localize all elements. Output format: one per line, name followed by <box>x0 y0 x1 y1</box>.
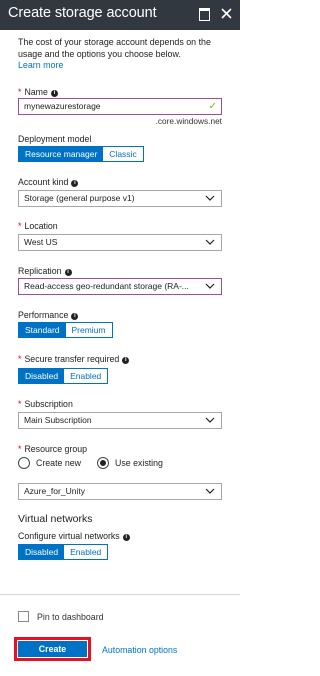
pin-checkbox[interactable] <box>18 611 29 622</box>
title-bar: Create storage account <box>0 0 240 30</box>
account-kind-select[interactable]: Storage (general purpose v1) <box>18 190 222 207</box>
create-button[interactable]: Create <box>18 641 87 657</box>
radio-create-new[interactable] <box>18 457 30 469</box>
virtual-networks-heading: Virtual networks <box>18 513 93 525</box>
performance-label: Performance i <box>18 310 79 320</box>
window-title: Create storage account <box>8 5 157 21</box>
pin-label: Pin to dashboard <box>37 611 104 622</box>
create-button-highlight: Create <box>14 637 91 661</box>
info-icon[interactable]: i <box>122 534 130 541</box>
chevron-down-icon <box>205 195 215 201</box>
close-icon[interactable] <box>221 8 232 19</box>
info-icon[interactable]: i <box>64 269 72 276</box>
secure-transfer-label: * Secure transfer required i <box>18 354 130 364</box>
performance-option-premium[interactable]: Premium <box>65 323 112 337</box>
replication-label: Replication i <box>18 266 72 276</box>
deployment-option-classic[interactable]: Classic <box>103 147 143 161</box>
performance-toggle: Standard Premium <box>18 322 113 338</box>
vnet-option-enabled[interactable]: Enabled <box>64 545 108 559</box>
form-panel: The cost of your storage account depends… <box>0 30 240 676</box>
footer-divider <box>0 594 240 595</box>
resource-group-select[interactable]: Azure_for_Unity <box>18 483 222 500</box>
account-kind-label: Account kind i <box>18 177 79 187</box>
replication-select[interactable]: Read-access geo-redundant storage (RA-..… <box>18 278 222 295</box>
subscription-select[interactable]: Main Subscription <box>18 412 222 429</box>
learn-more-link[interactable]: Learn more <box>18 60 228 72</box>
location-select[interactable]: West US <box>18 234 222 251</box>
intro-description: The cost of your storage account depends… <box>18 37 211 59</box>
subscription-label: * Subscription <box>18 399 73 409</box>
info-icon[interactable]: i <box>122 357 130 364</box>
chevron-down-icon <box>205 488 215 494</box>
performance-option-standard[interactable]: Standard <box>19 323 66 337</box>
location-label: * Location <box>18 221 58 231</box>
name-suffix: .core.windows.net <box>155 116 222 126</box>
deployment-model-label: Deployment model <box>18 134 92 144</box>
deployment-option-resource-manager[interactable]: Resource manager <box>19 147 104 161</box>
radio-use-existing-label[interactable]: Use existing <box>115 458 163 468</box>
secure-transfer-option-enabled[interactable]: Enabled <box>64 369 108 383</box>
pin-to-dashboard[interactable]: Pin to dashboard <box>18 611 104 622</box>
radio-use-existing[interactable] <box>97 457 109 469</box>
chevron-down-icon <box>205 239 215 245</box>
maximize-icon[interactable] <box>199 8 210 21</box>
automation-options-link[interactable]: Automation options <box>102 645 177 655</box>
info-icon[interactable]: i <box>71 313 79 320</box>
virtual-networks-label: Configure virtual networks i <box>18 531 130 541</box>
info-icon[interactable]: i <box>71 180 79 187</box>
chevron-down-icon <box>205 283 215 289</box>
secure-transfer-option-disabled[interactable]: Disabled <box>19 369 65 383</box>
resource-group-label: * Resource group <box>18 444 88 454</box>
name-label: * Name i <box>18 87 58 97</box>
intro-text: The cost of your storage account depends… <box>18 37 228 72</box>
deployment-model-toggle: Resource manager Classic <box>18 146 144 162</box>
virtual-networks-toggle: Disabled Enabled <box>18 544 109 560</box>
radio-create-new-label[interactable]: Create new <box>36 458 81 468</box>
valid-check-icon: ✓ <box>208 101 217 112</box>
name-input[interactable]: mynewazurestorage ✓ <box>18 98 222 115</box>
info-icon[interactable]: i <box>50 90 58 97</box>
vnet-option-disabled[interactable]: Disabled <box>19 545 65 559</box>
secure-transfer-toggle: Disabled Enabled <box>18 368 109 384</box>
chevron-down-icon <box>205 417 215 423</box>
resource-group-radio-group: Create new Use existing <box>18 457 163 469</box>
